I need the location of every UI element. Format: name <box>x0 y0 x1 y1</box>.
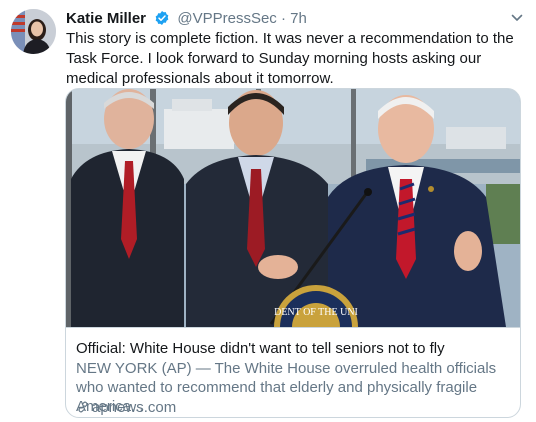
card-domain-text: apnews.com <box>92 399 177 416</box>
avatar[interactable] <box>11 9 56 54</box>
card-domain[interactable]: apnews.com <box>76 398 176 417</box>
header-separator: · <box>280 10 286 27</box>
tweet-header: Katie Miller @VPPressSec · 7h <box>66 9 307 28</box>
link-card[interactable]: DENT OF THE UNI Official: White House di… <box>65 88 521 418</box>
verified-badge-icon <box>155 11 169 25</box>
link-icon <box>78 401 88 413</box>
card-image: DENT OF THE UNI <box>66 89 520 327</box>
author-handle[interactable]: @VPPressSec <box>177 10 276 27</box>
tweet-text: This story is complete fiction. It was n… <box>66 30 514 87</box>
card-body[interactable]: Official: White House didn't want to tel… <box>66 327 520 416</box>
avatar-image <box>11 9 56 54</box>
chevron-down-icon[interactable] <box>510 11 524 25</box>
author-name[interactable]: Katie Miller <box>66 10 146 27</box>
seal-text: DENT OF THE UNI <box>274 307 358 318</box>
card-title[interactable]: Official: White House didn't want to tel… <box>76 339 445 358</box>
tweet-timestamp[interactable]: 7h <box>290 10 307 27</box>
